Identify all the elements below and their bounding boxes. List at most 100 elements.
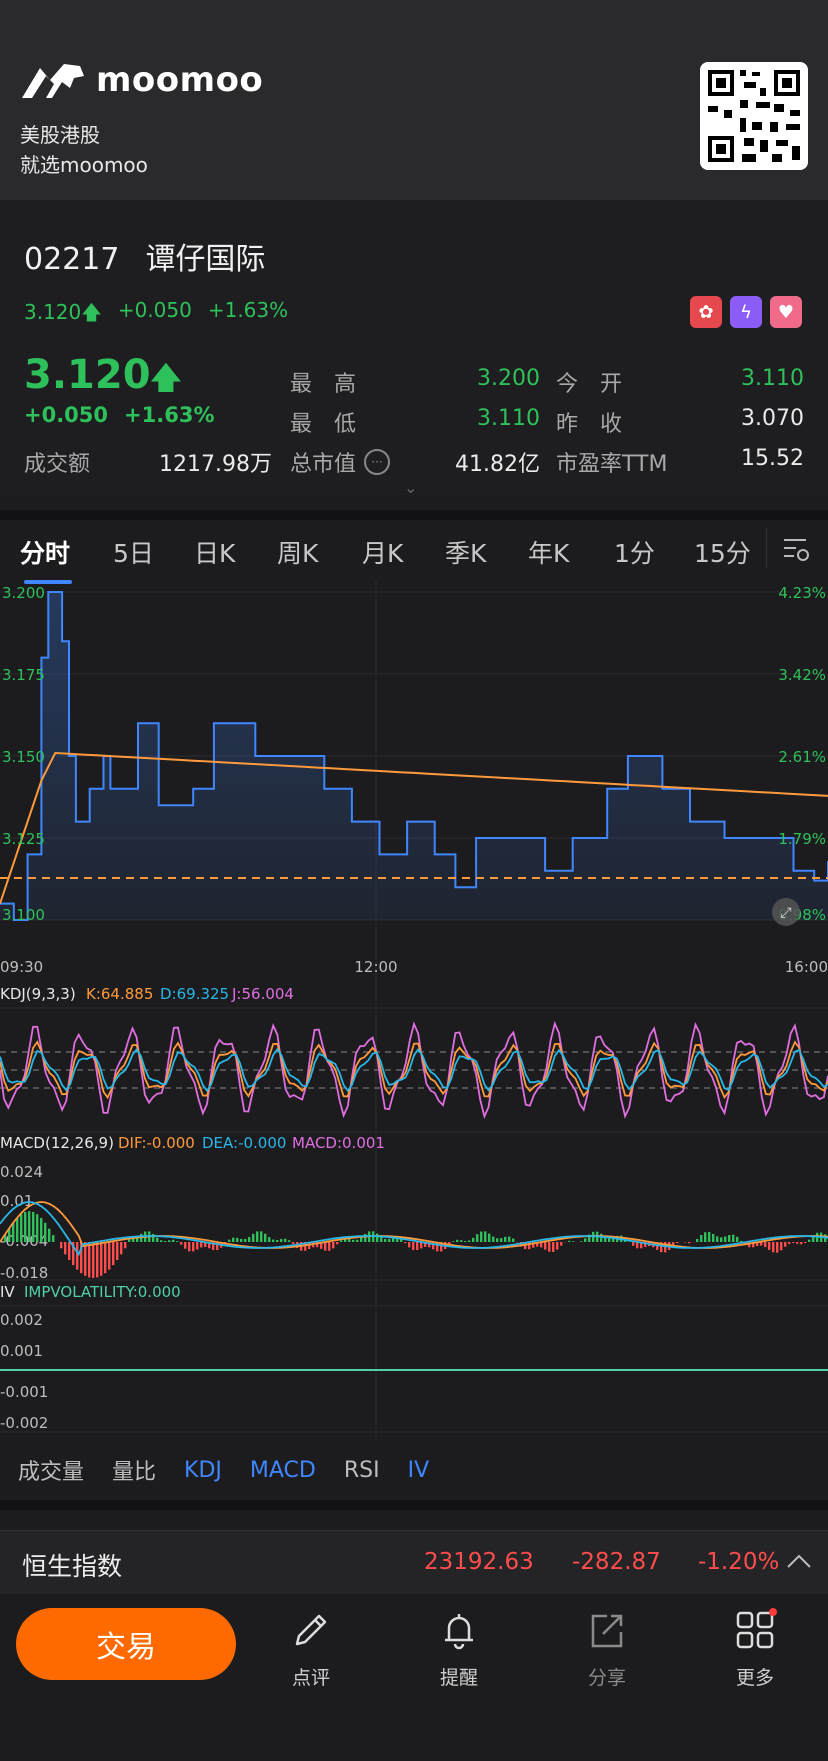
macd-bar xyxy=(700,1235,703,1242)
mini-change: +0.050 xyxy=(117,298,192,322)
indicator-kdj[interactable]: KDJ xyxy=(184,1458,222,1483)
macd-bar xyxy=(456,1239,459,1242)
heart-icon[interactable]: ♥ xyxy=(770,296,802,328)
price-tick: 3.175 xyxy=(2,666,45,684)
macd-bar xyxy=(508,1236,511,1242)
pct-tick: 2.61% xyxy=(778,748,826,766)
low-label: 最 低 xyxy=(290,412,357,437)
iv-tick: 0.002 xyxy=(0,1311,43,1329)
tab-timeshare[interactable]: 分时 xyxy=(20,534,70,570)
macd-bar xyxy=(684,1242,687,1243)
iv-value: IMPVOLATILITY:0.000 xyxy=(24,1283,181,1301)
macd-bar xyxy=(804,1242,807,1244)
pe-value: 15.52 xyxy=(741,446,804,471)
prev-close-label: 昨 收 xyxy=(556,412,623,437)
macd-bar xyxy=(724,1236,727,1242)
more-button[interactable]: 更多 xyxy=(710,1608,800,1690)
macd-bar xyxy=(632,1242,635,1246)
macd-bar xyxy=(196,1242,199,1250)
alert-button[interactable]: 提醒 xyxy=(414,1608,504,1690)
iv-label: IV xyxy=(0,1283,15,1301)
macd-bar xyxy=(96,1242,99,1278)
hk-flag-icon: ✿ xyxy=(690,296,722,328)
macd-bar xyxy=(200,1242,203,1248)
macd-bar xyxy=(772,1242,775,1253)
tab-1min[interactable]: 1分 xyxy=(614,534,655,570)
macd-bar xyxy=(696,1238,699,1242)
macd-bar xyxy=(288,1240,291,1242)
indicator-volume[interactable]: 成交量 xyxy=(18,1454,84,1486)
open-label: 今 开 xyxy=(556,372,623,397)
expand-chevron-icon[interactable]: ⌄ xyxy=(404,478,417,497)
macd-bar xyxy=(384,1238,387,1242)
indicator-rsi[interactable]: RSI xyxy=(344,1458,380,1483)
turnover-label: 成交额 xyxy=(24,452,91,477)
macd-bar xyxy=(504,1236,507,1242)
tab-month-k[interactable]: 月K xyxy=(362,534,403,570)
trade-button[interactable]: 交易 xyxy=(16,1608,236,1680)
macd-bar xyxy=(492,1236,495,1242)
pencil-icon xyxy=(295,1614,327,1646)
comment-button[interactable]: 点评 xyxy=(266,1608,356,1690)
more-dots-icon[interactable]: ··· xyxy=(364,449,391,475)
macd-bar xyxy=(708,1232,711,1242)
macd-bar xyxy=(500,1238,503,1242)
open-value: 3.110 xyxy=(741,366,804,391)
macd-bar xyxy=(636,1242,639,1249)
tab-5day[interactable]: 5日 xyxy=(113,534,154,570)
macd-bar xyxy=(796,1242,799,1244)
macd-dea-value: DEA:-0.000 xyxy=(202,1134,286,1152)
kdj-j-value: J:56.004 xyxy=(231,985,294,1003)
qr-code xyxy=(700,62,808,170)
macd-bar xyxy=(480,1231,483,1242)
share-button[interactable]: 分享 xyxy=(562,1608,652,1690)
high-value: 3.200 xyxy=(477,366,540,391)
stock-name: 谭仔国际 xyxy=(145,242,266,277)
macd-bar xyxy=(332,1242,335,1249)
macd-bar xyxy=(488,1233,491,1242)
macd-bar xyxy=(252,1233,255,1242)
macd-bar xyxy=(808,1239,811,1242)
macd-bar xyxy=(292,1242,295,1244)
share-label: 分享 xyxy=(587,1667,626,1689)
mini-quote: 3.120🡅 +0.050 +1.63% xyxy=(24,298,288,332)
intraday-chart[interactable]: 3.200 3.175 3.150 3.125 3.100 4.23% 3.42… xyxy=(0,580,828,1440)
indicator-macd[interactable]: MACD xyxy=(250,1458,316,1483)
macd-bar xyxy=(732,1234,735,1242)
macd-bar xyxy=(328,1242,331,1251)
macd-bar xyxy=(780,1242,783,1251)
market-cap-label[interactable]: 总市值 ··· xyxy=(290,446,391,478)
chevron-up-icon[interactable] xyxy=(786,1551,812,1571)
macd-bar xyxy=(688,1242,691,1244)
macd-bar xyxy=(776,1242,779,1253)
index-ticker[interactable]: 恒生指数 23192.63 -282.87 -1.20% xyxy=(0,1530,828,1595)
tab-day-k[interactable]: 日K xyxy=(194,534,235,570)
lightning-icon[interactable]: ϟ xyxy=(730,296,762,328)
pct-tick: 3.42% xyxy=(778,666,826,684)
price-tick: 3.200 xyxy=(2,584,45,602)
macd-bar xyxy=(172,1239,175,1242)
tab-15min[interactable]: 15分 xyxy=(694,534,751,570)
chart-settings-icon[interactable] xyxy=(780,534,812,566)
macd-bar xyxy=(228,1239,231,1242)
macd-bar xyxy=(108,1242,111,1270)
macd-value: MACD:0.001 xyxy=(292,1134,385,1152)
qr-code-icon xyxy=(708,70,800,162)
macd-bar xyxy=(572,1241,575,1242)
indicator-volume-ratio[interactable]: 量比 xyxy=(112,1454,156,1486)
macd-bar xyxy=(568,1240,571,1242)
tab-year-k[interactable]: 年K xyxy=(528,534,569,570)
macd-bar xyxy=(340,1240,343,1242)
macd-bar xyxy=(400,1239,403,1242)
macd-bar xyxy=(584,1238,587,1242)
macd-bar xyxy=(20,1214,23,1242)
macd-bar xyxy=(36,1214,39,1242)
tab-quarter-k[interactable]: 季K xyxy=(445,534,486,570)
macd-bar xyxy=(112,1242,115,1266)
macd-bar xyxy=(124,1242,127,1249)
macd-bar xyxy=(472,1237,475,1242)
notification-dot xyxy=(769,1608,777,1616)
slogan-line2: 就选moomoo xyxy=(20,153,148,177)
indicator-iv[interactable]: IV xyxy=(408,1458,430,1483)
tab-week-k[interactable]: 周K xyxy=(277,534,318,570)
